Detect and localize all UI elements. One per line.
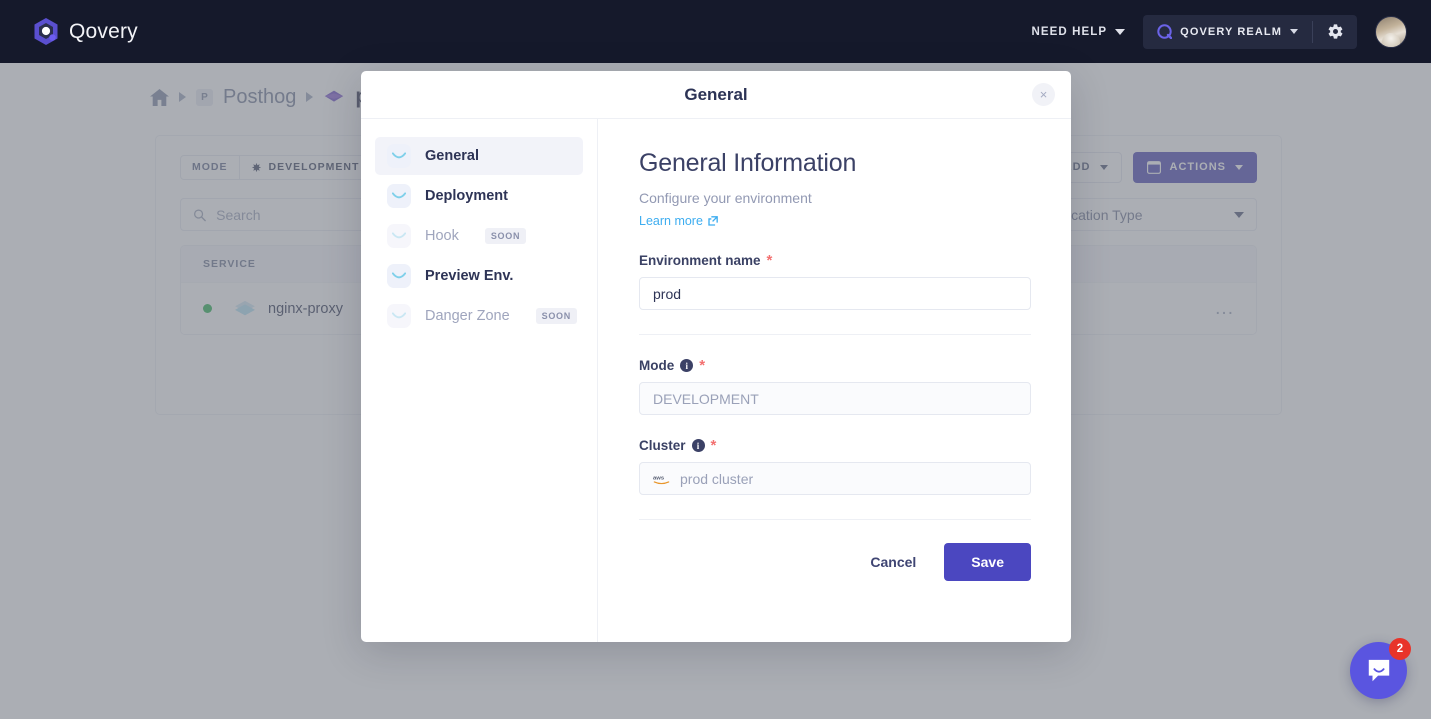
realm-selector[interactable]: QOVERY REALM [1143, 15, 1312, 49]
cluster-value: prod cluster [680, 470, 754, 487]
swoosh-icon [387, 144, 411, 168]
brand[interactable]: Qovery [33, 17, 138, 46]
divider [639, 334, 1031, 335]
settings-gear-button[interactable] [1313, 15, 1357, 49]
chevron-down-icon [1290, 29, 1298, 34]
sidebar-label: General [425, 148, 479, 164]
app-root: Qovery NEED HELP QOVERY REALM Search Gen… [0, 0, 1431, 719]
info-icon[interactable]: i [691, 439, 705, 452]
required-marker: * [710, 436, 717, 454]
chat-bubble-icon [1368, 659, 1389, 681]
required-marker: * [699, 356, 706, 374]
label-text: Cluster [639, 438, 686, 453]
sidebar-item-general[interactable]: General [375, 137, 583, 175]
swoosh-icon [387, 224, 411, 248]
sidebar-label: Deployment [425, 188, 508, 204]
need-help-menu[interactable]: NEED HELP [1031, 25, 1126, 38]
required-marker: * [766, 251, 773, 269]
sidebar-label: Preview Env. [425, 268, 514, 284]
sidebar-item-deployment[interactable]: Deployment [375, 177, 583, 215]
modal-header: General × [361, 71, 1071, 119]
aws-icon: aws [653, 473, 670, 485]
cancel-button[interactable]: Cancel [854, 545, 932, 579]
sidebar-item-hook[interactable]: Hook SOON [375, 217, 583, 255]
page-title: General Information [639, 149, 857, 177]
modal-title: General [684, 84, 748, 104]
field-environment-name: Environment name * prod [639, 253, 1031, 310]
cluster-input: aws prod cluster [639, 462, 1031, 495]
environment-name-input[interactable]: prod [639, 277, 1031, 310]
gear-icon [1328, 24, 1342, 39]
swoosh-icon [387, 184, 411, 208]
sidebar-label: Hook [425, 228, 459, 244]
label-cluster: Cluster i * [639, 436, 1031, 454]
sidebar-item-danger-zone[interactable]: Danger Zone SOON [375, 297, 583, 335]
learn-more-link[interactable]: Learn more [639, 214, 718, 228]
realm-label: QOVERY REALM [1180, 25, 1282, 38]
info-icon[interactable]: i [680, 359, 694, 372]
realm-icon [1157, 24, 1173, 40]
save-button[interactable]: Save [944, 543, 1031, 581]
page-subtitle: Configure your environment [639, 190, 812, 206]
modal-footer: Cancel Save [639, 520, 1031, 604]
realm-group: QOVERY REALM [1143, 14, 1357, 49]
soon-badge: SOON [535, 308, 577, 324]
label-text: Environment name [639, 253, 761, 268]
top-navbar: Qovery NEED HELP QOVERY REALM [0, 0, 1431, 63]
learn-more-label: Learn more [639, 214, 703, 228]
need-help-label: NEED HELP [1031, 25, 1108, 38]
label-text: Mode [639, 358, 675, 373]
modal-sidebar: General Deployment Hook SOON Preview Env… [361, 119, 598, 642]
sidebar-item-preview-env[interactable]: Preview Env. [375, 257, 583, 295]
close-icon[interactable]: × [1032, 83, 1055, 106]
qovery-logo-icon [33, 17, 59, 46]
svg-text:aws: aws [653, 475, 665, 481]
field-mode: Mode i * DEVELOPMENT [639, 358, 1031, 415]
swoosh-icon [387, 304, 411, 328]
general-settings-modal: General × General Deployment Hook SOON P… [361, 71, 1071, 642]
label-environment-name: Environment name * [639, 251, 1031, 269]
soon-badge: SOON [484, 228, 527, 244]
field-cluster: Cluster i * aws prod cluster [639, 438, 1031, 495]
chat-widget-button[interactable]: 2 [1350, 638, 1411, 699]
brand-name: Qovery [69, 19, 138, 43]
external-link-icon [708, 216, 718, 226]
mode-value: DEVELOPMENT [653, 390, 759, 407]
label-mode: Mode i * [639, 356, 1031, 374]
sidebar-label: Danger Zone [425, 308, 510, 324]
environment-name-value: prod [653, 285, 682, 302]
chevron-down-icon [1115, 28, 1126, 35]
swoosh-icon [387, 264, 411, 288]
chat-unread-badge: 2 [1389, 638, 1411, 660]
modal-content: General Information Configure your envir… [598, 119, 1071, 642]
modal-body: General Deployment Hook SOON Preview Env… [361, 119, 1071, 642]
navbar-right: NEED HELP QOVERY REALM [1031, 14, 1407, 49]
user-avatar[interactable] [1375, 15, 1407, 48]
mode-input: DEVELOPMENT [639, 382, 1031, 415]
